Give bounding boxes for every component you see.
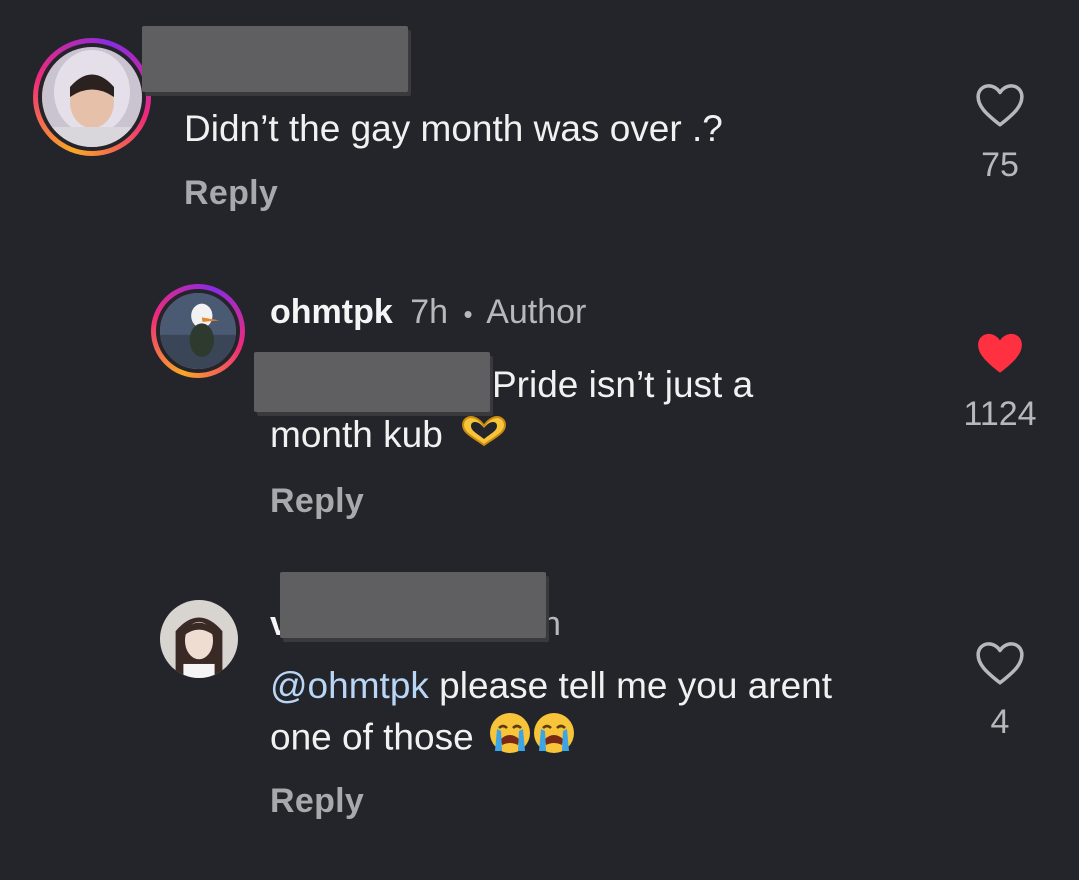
- redacted-username: [142, 26, 408, 92]
- comment-text-line1: Pride isn’t just a: [492, 364, 754, 405]
- comment-text: one of those: [270, 716, 474, 758]
- comment-text-line1: @ohmtpk please tell me you arent: [270, 661, 832, 711]
- like-button[interactable]: [970, 640, 1030, 691]
- separator-dot: •: [463, 299, 473, 329]
- avatar-image: [160, 293, 236, 369]
- loudly-crying-emoji: [488, 711, 532, 768]
- avatar-image: [42, 47, 142, 147]
- comment-text-line2: one of those: [270, 711, 576, 768]
- avatar-story-ring[interactable]: [151, 284, 245, 378]
- heart-filled-icon: [978, 333, 1022, 373]
- reply-button[interactable]: Reply: [270, 782, 364, 821]
- redacted-mention: [254, 352, 490, 412]
- avatar: [156, 289, 240, 373]
- heart-hands-emoji: [459, 412, 509, 462]
- redacted-username: [280, 572, 546, 638]
- like-count: 1124: [963, 395, 1037, 433]
- comment-text: month kub: [270, 414, 443, 455]
- username[interactable]: ohmtpk: [270, 293, 393, 331]
- like-button[interactable]: [970, 82, 1030, 133]
- comment-text: Didn’t the gay month was over .?: [184, 108, 723, 149]
- reply-button[interactable]: Reply: [184, 174, 278, 213]
- heart-outline-icon: [976, 84, 1024, 127]
- avatar[interactable]: [160, 600, 238, 678]
- like-count: 4: [990, 703, 1010, 741]
- avatar-image: [160, 600, 238, 678]
- avatar-story-ring[interactable]: [33, 38, 151, 156]
- comment-meta: ohmtpk 7h • Author: [270, 293, 586, 332]
- author-badge: Author: [486, 293, 587, 331]
- like-count: 75: [981, 146, 1019, 184]
- loudly-crying-emoji: [532, 711, 576, 768]
- reply-button[interactable]: Reply: [270, 482, 364, 521]
- comment-text-line2: month kub: [270, 410, 509, 462]
- like-button[interactable]: [970, 330, 1030, 381]
- timestamp: 7h: [410, 293, 449, 331]
- mention-link[interactable]: @ohmtpk: [270, 665, 429, 706]
- avatar: [38, 43, 146, 151]
- heart-outline-icon: [976, 642, 1024, 685]
- comment-text: please tell me you arent: [428, 665, 833, 706]
